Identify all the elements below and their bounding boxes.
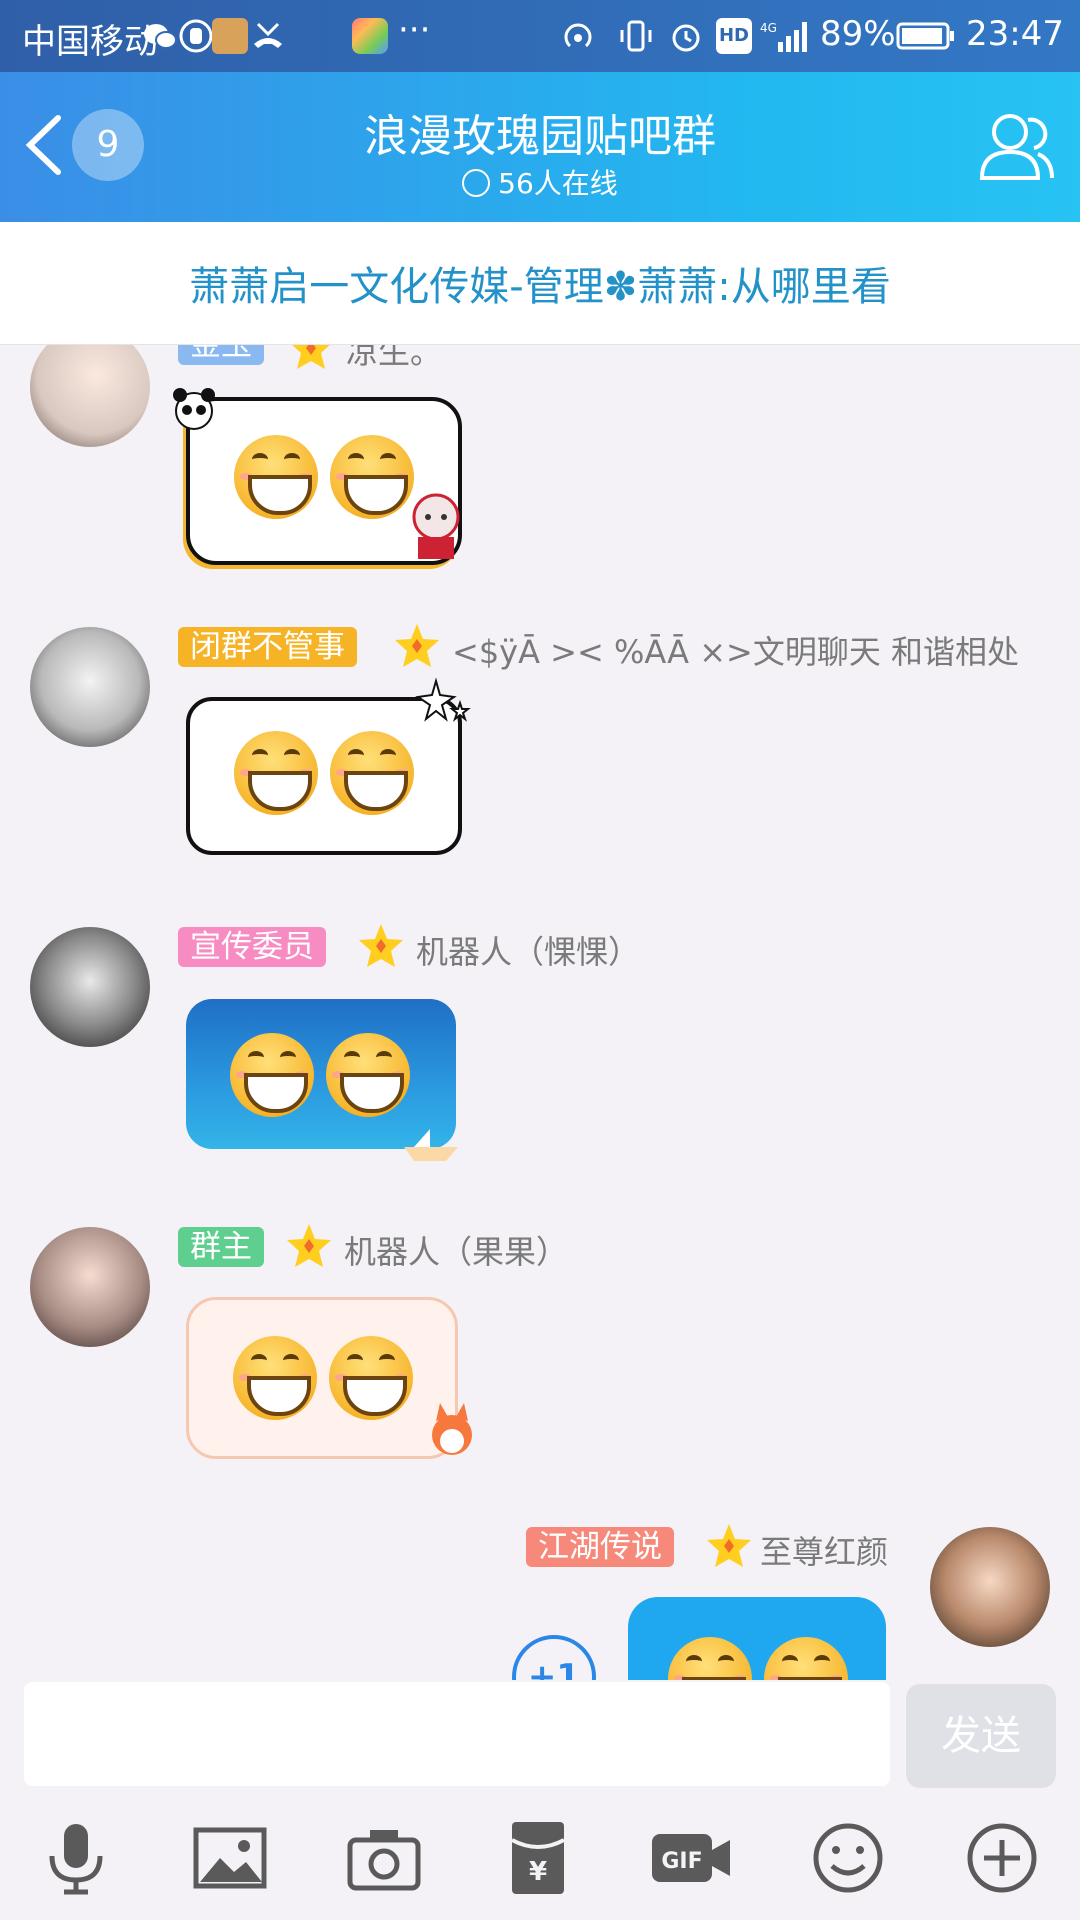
online-count-label: 56人在线 — [498, 167, 618, 200]
members-icon[interactable] — [976, 108, 1056, 184]
level-star-icon — [292, 345, 330, 369]
sender-name: 机器人（惈惈） — [416, 933, 641, 971]
app-icon — [212, 18, 248, 54]
grin-emoji — [233, 1336, 317, 1420]
sender-name: 至尊红颜 — [760, 1533, 889, 1571]
level-star-icon — [359, 924, 403, 967]
grin-emoji — [764, 1637, 848, 1680]
mic-icon[interactable] — [36, 1818, 116, 1898]
gallery-icon — [352, 18, 388, 54]
avatar[interactable] — [30, 627, 150, 747]
wechat-icon — [144, 24, 177, 49]
vibrate-icon — [620, 20, 652, 52]
avatar[interactable] — [30, 927, 150, 1047]
level-star-icon — [287, 1224, 331, 1267]
paper-boat-icon — [404, 1129, 458, 1161]
panda-sticker-icon — [173, 388, 215, 430]
sender-name: <$ÿĀ >< %ĀĀ ×>文明聊天 和谐相处 — [452, 633, 1020, 671]
svg-text:GIF: GIF — [661, 1849, 702, 1874]
notice-text: 萧萧启一文化传媒-管理✽萧萧:从哪里看 — [189, 264, 891, 310]
grin-emoji — [668, 1637, 752, 1680]
grin-emoji — [330, 731, 414, 815]
member-title-tag: 金玉 — [178, 345, 264, 365]
clock: 23:47 — [966, 14, 1064, 54]
level-star-icon — [707, 1524, 751, 1567]
gif-icon[interactable]: GIF — [650, 1818, 734, 1898]
image-icon[interactable] — [190, 1818, 270, 1898]
hand-icon — [179, 19, 213, 53]
level-star-icon — [395, 624, 439, 667]
grin-emoji — [234, 731, 318, 815]
signal-icon: 4G — [760, 21, 807, 52]
message-bubble[interactable] — [186, 1297, 458, 1459]
more-notifications: ··· — [398, 10, 431, 50]
avatar[interactable] — [930, 1527, 1050, 1647]
grin-emoji — [329, 1336, 413, 1420]
member-title-tag: 闭群不管事 — [178, 627, 357, 667]
sender-name: 机器人（果果） — [344, 1233, 569, 1271]
sparkle-stars-icon — [415, 677, 471, 722]
input-toolbar: ¥ GIF — [0, 1790, 1080, 1920]
svg-text:4G: 4G — [760, 21, 777, 35]
grin-emoji — [234, 435, 318, 519]
group-title[interactable]: 浪漫玫瑰园贴吧群 — [0, 100, 1080, 164]
emoji-icon[interactable] — [808, 1818, 888, 1898]
chat-header: 9 浪漫玫瑰园贴吧群 56人在线 — [0, 72, 1080, 222]
message-input[interactable] — [24, 1682, 890, 1786]
svg-text:¥: ¥ — [529, 1857, 547, 1887]
fox-sticker-icon — [432, 1403, 472, 1455]
plus-one-button[interactable]: +1 — [512, 1635, 596, 1680]
message-list[interactable]: 金玉 凉生。 闭群不管事 <$ÿĀ >< %ĀĀ ×>文明聊天 和谐相处 宣传委… — [0, 345, 1080, 1680]
input-bar: 发送 — [0, 1680, 1080, 1790]
group-notice-bar[interactable]: 萧萧启一文化传媒-管理✽萧萧:从哪里看 — [0, 222, 1080, 345]
avatar[interactable] — [30, 1227, 150, 1347]
hd-icon: HD — [716, 18, 752, 54]
grin-emoji — [230, 1033, 314, 1117]
member-title-tag: 群主 — [178, 1227, 264, 1267]
avatar[interactable] — [30, 345, 150, 447]
alarm-icon — [672, 24, 700, 52]
online-count[interactable]: 56人在线 — [0, 162, 1080, 202]
sender-name: 凉生。 — [346, 345, 443, 371]
grin-emoji — [330, 435, 414, 519]
send-button[interactable]: 发送 — [906, 1684, 1056, 1788]
member-title-tag: 宣传委员 — [178, 927, 326, 967]
grin-emoji — [326, 1033, 410, 1117]
member-title-tag: 江湖传说 — [526, 1527, 674, 1567]
missed-call-icon — [254, 22, 282, 48]
message-bubble[interactable] — [628, 1597, 886, 1680]
battery-icon — [896, 22, 954, 50]
status-bar: 中国移动 ··· HD 4G 89% 23:47 — [0, 0, 1080, 72]
plus-icon[interactable] — [962, 1818, 1042, 1898]
chevron-down-icon — [462, 169, 491, 197]
carrier: 中国移动 — [22, 22, 158, 62]
camera-icon[interactable] — [344, 1818, 424, 1898]
hotspot-icon — [564, 23, 592, 48]
battery-percent: 89% — [820, 14, 896, 54]
red-packet-icon[interactable]: ¥ — [498, 1818, 578, 1898]
anime-girl-sticker-icon — [412, 493, 460, 559]
